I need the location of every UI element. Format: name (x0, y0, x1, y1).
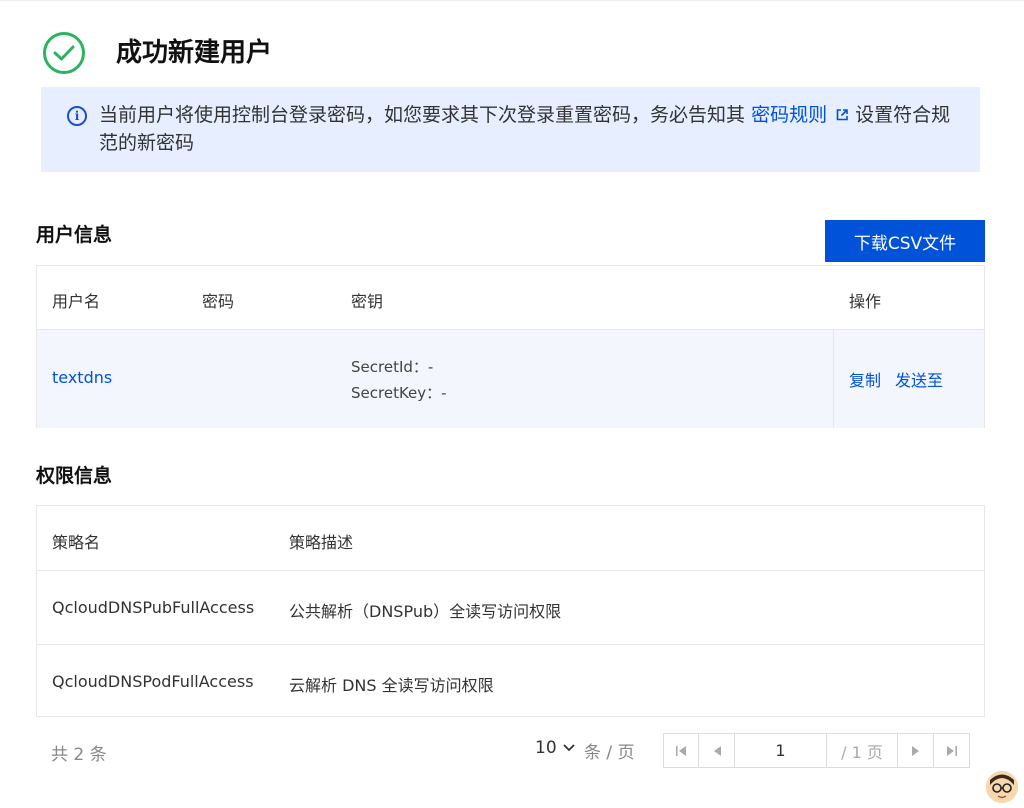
user-info-title: 用户信息 (36, 224, 113, 246)
table-row: QcloudDNSPubFullAccess 公共解析（DNSPub）全读写访问… (37, 571, 984, 645)
total-pages: / 1 页 (826, 733, 898, 768)
password-notice: i 当前用户将使用控制台登录密码，如您要求其下次登录重置密码，务必告知其 密码规… (41, 87, 980, 172)
permission-info-title: 权限信息 (36, 465, 113, 487)
page-number-input[interactable]: 1 (734, 733, 827, 768)
secret-id: SecretId：- (351, 358, 434, 376)
table-row: QcloudDNSPodFullAccess 云解析 DNS 全读写访问权限 (37, 645, 984, 718)
table-header-row: 策略名 策略描述 (37, 506, 984, 571)
pagination-total: 共 2 条 (51, 745, 107, 765)
secret-key: SecretKey：- (351, 384, 447, 402)
copy-button[interactable]: 复制 (849, 367, 881, 391)
avatar[interactable] (986, 771, 1018, 803)
first-page-button[interactable] (663, 733, 699, 768)
action-column-divider (833, 330, 834, 428)
user-table: 用户名 密码 密钥 操作 textdns SecretId：- SecretKe… (36, 265, 985, 428)
notice-text: 当前用户将使用控制台登录密码，如您要求其下次登录重置密码，务必告知其 密码规则 … (99, 101, 959, 157)
next-page-button[interactable] (897, 733, 934, 768)
permission-table: 策略名 策略描述 QcloudDNSPubFullAccess 公共解析（DNS… (36, 505, 985, 717)
col-username: 用户名 (52, 292, 101, 311)
last-page-icon (946, 745, 957, 756)
page-size-value: 10 (535, 738, 557, 758)
notice-text-before: 当前用户将使用控制台登录密码，如您要求其下次登录重置密码，务必告知其 (99, 104, 746, 126)
col-policy-desc: 策略描述 (289, 533, 354, 552)
policy-desc: 公共解析（DNSPub）全读写访问权限 (289, 602, 562, 621)
page-size-unit: 条 / 页 (584, 743, 635, 763)
password-rules-link-label: 密码规则 (751, 104, 828, 126)
next-page-icon (911, 745, 919, 756)
send-to-button[interactable]: 发送至 (895, 367, 943, 391)
table-row: textdns SecretId：- SecretKey：- 复制 发送至 (37, 330, 984, 428)
last-page-button[interactable] (933, 733, 970, 768)
prev-page-button[interactable] (698, 733, 735, 768)
policy-name: QcloudDNSPubFullAccess (52, 598, 255, 617)
chevron-down-icon (563, 744, 575, 752)
download-csv-button[interactable]: 下载CSV文件 (825, 220, 985, 262)
external-link-icon (836, 109, 848, 121)
col-policy-name: 策略名 (52, 533, 101, 552)
success-check-icon (43, 32, 85, 74)
page-size-select[interactable]: 10 (535, 738, 575, 758)
table-header-row: 用户名 密码 密钥 操作 (37, 266, 984, 330)
col-password: 密码 (202, 292, 235, 311)
policy-name: QcloudDNSPodFullAccess (52, 672, 254, 691)
col-actions: 操作 (849, 292, 882, 311)
policy-desc: 云解析 DNS 全读写访问权限 (289, 676, 494, 695)
first-page-icon (676, 745, 686, 756)
username-link[interactable]: textdns (52, 368, 112, 387)
col-secret-key: 密钥 (351, 292, 384, 311)
prev-page-icon (713, 745, 721, 756)
password-rules-link[interactable]: 密码规则 (751, 104, 855, 126)
info-icon: i (67, 106, 87, 126)
page-title: 成功新建用户 (116, 38, 273, 68)
top-divider (0, 0, 1024, 1)
